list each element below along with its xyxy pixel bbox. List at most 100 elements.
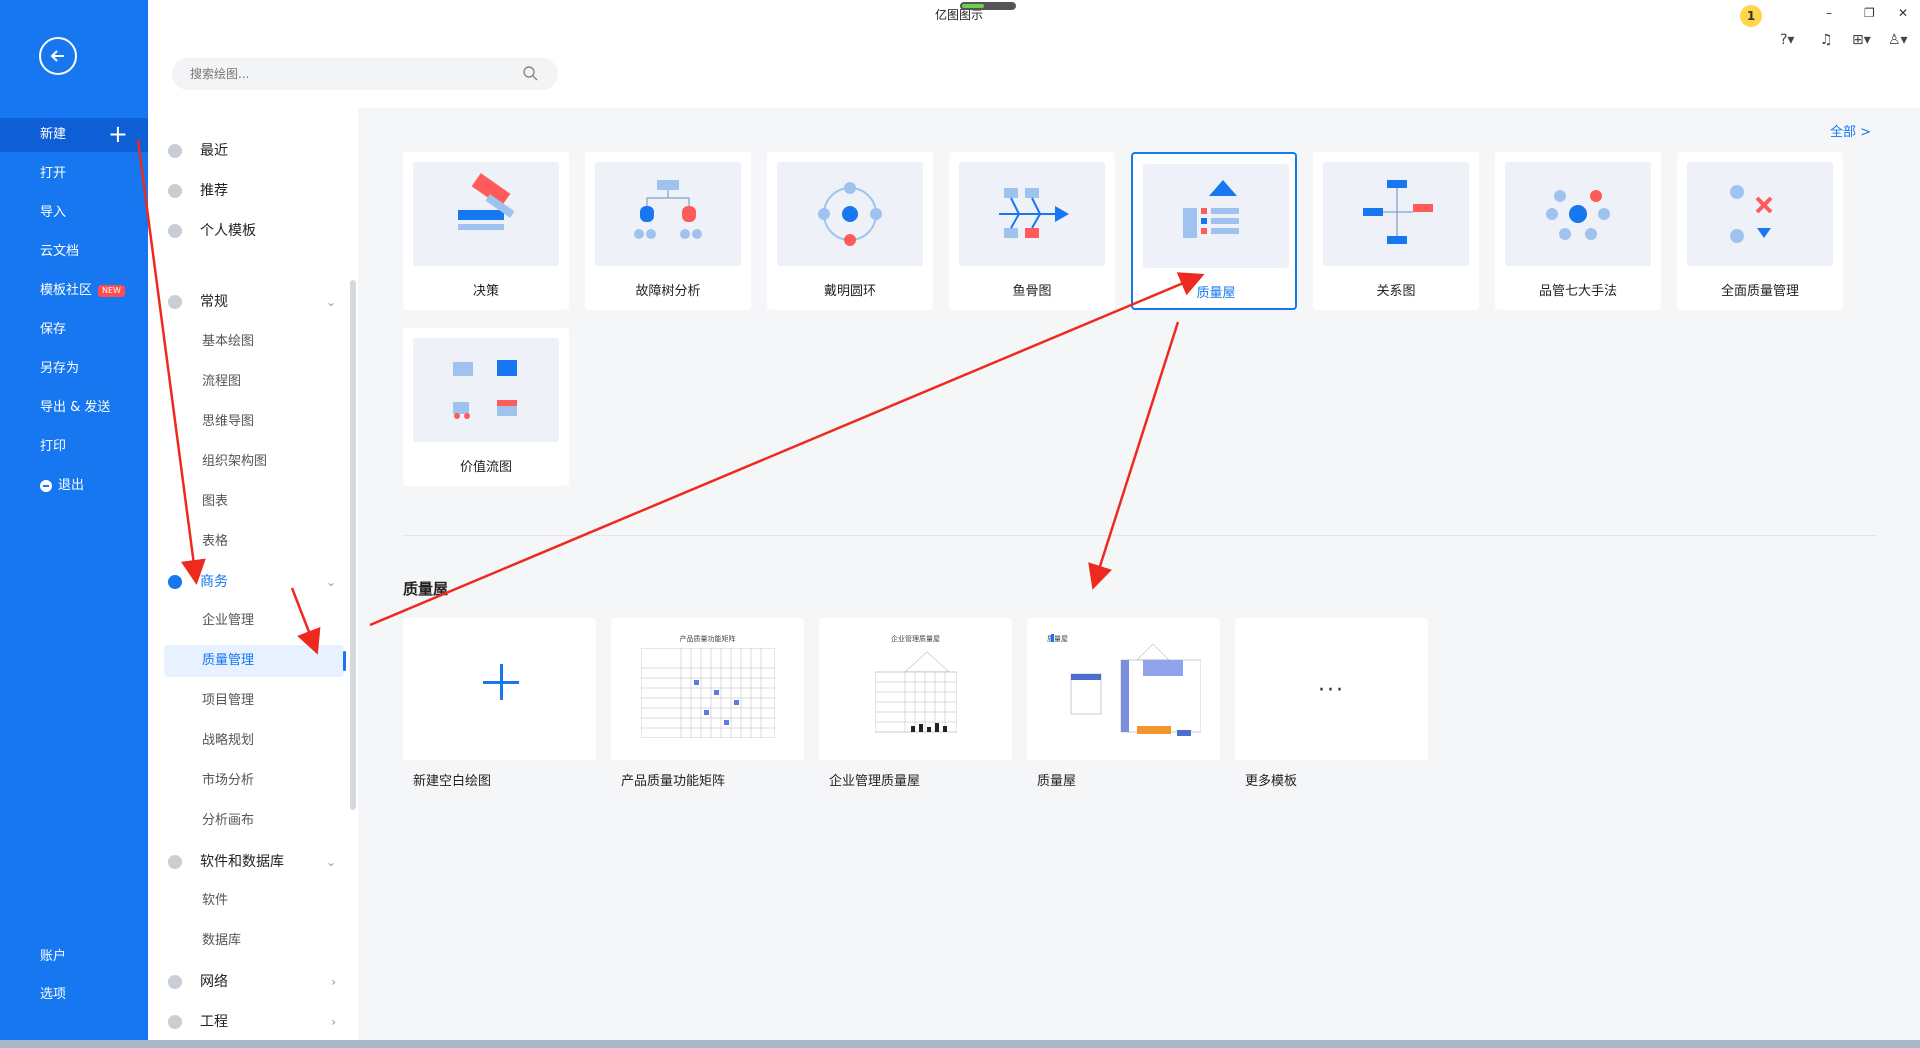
- title-progress-bar: [960, 2, 1016, 10]
- engineering-icon: [168, 1015, 182, 1029]
- sidebar-group-general[interactable]: 常规 ⌄: [148, 285, 358, 319]
- template-quality-house[interactable]: 质量屋: [1027, 618, 1220, 760]
- rail-item-import[interactable]: 导入: [0, 196, 148, 230]
- category-sidebar: 最近 推荐 个人模板 常规 ⌄ 基本绘图 流程图 思维导图 组织架构图 图表 表格…: [148, 108, 358, 1048]
- rail-item-save[interactable]: 保存: [0, 313, 148, 347]
- all-link[interactable]: 全部 >: [1830, 121, 1871, 140]
- more-icon: ···: [1318, 678, 1345, 703]
- new-badge: NEW: [98, 284, 125, 297]
- business-icon: [168, 575, 182, 589]
- sidebar-sub-chart[interactable]: 图表: [164, 486, 344, 518]
- rail-item-cloud[interactable]: 云文档: [0, 235, 148, 269]
- rail-item-open[interactable]: 打开: [0, 157, 148, 191]
- chevron-right-icon: ›: [331, 975, 336, 989]
- chevron-down-icon: ⌄: [325, 855, 336, 869]
- rail-item-options[interactable]: 选项: [0, 978, 148, 1012]
- sidebar-sub-canvas[interactable]: 分析画布: [164, 805, 344, 837]
- quality-house-thumbnail: [1051, 634, 1201, 736]
- rail-item-new[interactable]: 新建 +: [0, 118, 148, 152]
- annotation-arrow: [1088, 321, 1180, 590]
- plus-icon: [483, 664, 519, 700]
- house-thumbnail: [875, 651, 957, 733]
- value-stream-icon: [413, 338, 559, 442]
- matrix-thumbnail: [641, 648, 775, 738]
- search-input[interactable]: [172, 58, 492, 90]
- type-card-tqm[interactable]: 全面质量管理: [1677, 152, 1843, 310]
- help-icon[interactable]: ?▾: [1780, 32, 1794, 48]
- sidebar-sub-enterprise[interactable]: 企业管理: [164, 605, 344, 637]
- type-card-deming-cycle[interactable]: 戴明圆环: [767, 152, 933, 310]
- type-card-relation[interactable]: 关系图: [1313, 152, 1479, 310]
- sidebar-sub-project[interactable]: 项目管理: [164, 685, 344, 717]
- top-band: [148, 0, 1920, 108]
- backstage-rail: 新建 + 打开 导入 云文档 模板社区 NEW 保存 另存为 导出 & 发送 打印…: [0, 0, 148, 1048]
- back-button[interactable]: [39, 37, 77, 75]
- chevron-right-icon: ›: [331, 1015, 336, 1029]
- search-icon[interactable]: [522, 65, 538, 81]
- sidebar-sub-orgchart[interactable]: 组织架构图: [164, 446, 344, 478]
- clock-icon: [168, 144, 182, 158]
- sidebar-sub-database[interactable]: 数据库: [164, 925, 344, 957]
- sidebar-sub-strategy[interactable]: 战略规划: [164, 725, 344, 757]
- template-more[interactable]: ···: [1235, 618, 1428, 760]
- template-enterprise-quality-house[interactable]: 企业管理质量屋: [819, 618, 1012, 760]
- tqm-icon: [1687, 162, 1833, 266]
- rail-item-save-as[interactable]: 另存为: [0, 352, 148, 386]
- taskbar: [0, 1040, 1920, 1048]
- sidebar-scrollbar[interactable]: [350, 280, 356, 810]
- minimize-icon[interactable]: –: [1826, 6, 1832, 20]
- sidebar-sub-quality[interactable]: 质量管理: [164, 645, 346, 677]
- bell-icon[interactable]: ♫: [1820, 32, 1833, 48]
- search-box[interactable]: [172, 58, 558, 90]
- template-icon: [168, 224, 182, 238]
- type-card-decision[interactable]: 决策: [403, 152, 569, 310]
- rail-item-exit[interactable]: 退出: [0, 469, 148, 503]
- template-caption: 更多模板: [1245, 774, 1298, 789]
- gavel-icon: [413, 162, 559, 266]
- sidebar-sub-market[interactable]: 市场分析: [164, 765, 344, 797]
- notification-bell-badge-icon[interactable]: 1: [1740, 5, 1762, 27]
- template-blank[interactable]: [403, 618, 596, 760]
- restore-icon[interactable]: ❐: [1864, 6, 1875, 20]
- template-product-quality-matrix[interactable]: 产品质量功能矩阵: [611, 618, 804, 760]
- type-card-fishbone[interactable]: 鱼骨图: [949, 152, 1115, 310]
- sidebar-item-personal-templates[interactable]: 个人模板: [148, 214, 358, 248]
- rail-item-export[interactable]: 导出 & 发送: [0, 391, 148, 425]
- rail-item-print[interactable]: 打印: [0, 430, 148, 464]
- close-icon[interactable]: ✕: [1898, 6, 1908, 20]
- sidebar-sub-mindmap[interactable]: 思维导图: [164, 406, 344, 438]
- template-caption: 质量屋: [1037, 774, 1077, 789]
- network-icon: [168, 975, 182, 989]
- type-card-value-stream[interactable]: 价值流图: [403, 328, 569, 486]
- rail-item-template-community[interactable]: 模板社区 NEW: [0, 274, 148, 308]
- rail-item-account[interactable]: 账户: [0, 940, 148, 974]
- type-card-fault-tree[interactable]: 故障树分析: [585, 152, 751, 310]
- arrow-left-icon: [50, 50, 64, 62]
- chevron-down-icon: ⌄: [325, 295, 336, 309]
- sidebar-group-engineering[interactable]: 工程 ›: [148, 1005, 358, 1039]
- sidebar-sub-software[interactable]: 软件: [164, 885, 344, 917]
- template-caption: 产品质量功能矩阵: [621, 774, 726, 789]
- sidebar-item-recent[interactable]: 最近: [148, 134, 358, 168]
- section-title: 质量屋: [403, 580, 449, 598]
- fault-tree-icon: [595, 162, 741, 266]
- apps-grid-icon[interactable]: ⊞▾: [1852, 32, 1871, 48]
- fishbone-icon: [959, 162, 1105, 266]
- type-card-quality-house[interactable]: 质量屋: [1131, 152, 1297, 310]
- brush-icon: [168, 295, 182, 309]
- sidebar-sub-basic[interactable]: 基本绘图: [164, 326, 344, 358]
- relation-diagram-icon: [1323, 162, 1469, 266]
- sidebar-item-recommended[interactable]: 推荐: [148, 174, 358, 208]
- template-caption: 新建空白绘图: [413, 774, 492, 789]
- exit-icon: [40, 479, 52, 492]
- sidebar-group-software[interactable]: 软件和数据库 ⌄: [148, 845, 358, 879]
- sidebar-sub-flowchart[interactable]: 流程图: [164, 366, 344, 398]
- sidebar-group-business[interactable]: 商务 ⌄: [148, 565, 358, 599]
- template-caption: 企业管理质量屋: [829, 774, 921, 789]
- plus-icon: +: [107, 120, 128, 148]
- shirt-icon[interactable]: ♙▾: [1888, 32, 1908, 48]
- type-card-seven-tools[interactable]: 品管七大手法: [1495, 152, 1661, 310]
- quality-house-icon: [1143, 164, 1289, 268]
- sidebar-group-network[interactable]: 网络 ›: [148, 965, 358, 999]
- sidebar-sub-table[interactable]: 表格: [164, 526, 344, 558]
